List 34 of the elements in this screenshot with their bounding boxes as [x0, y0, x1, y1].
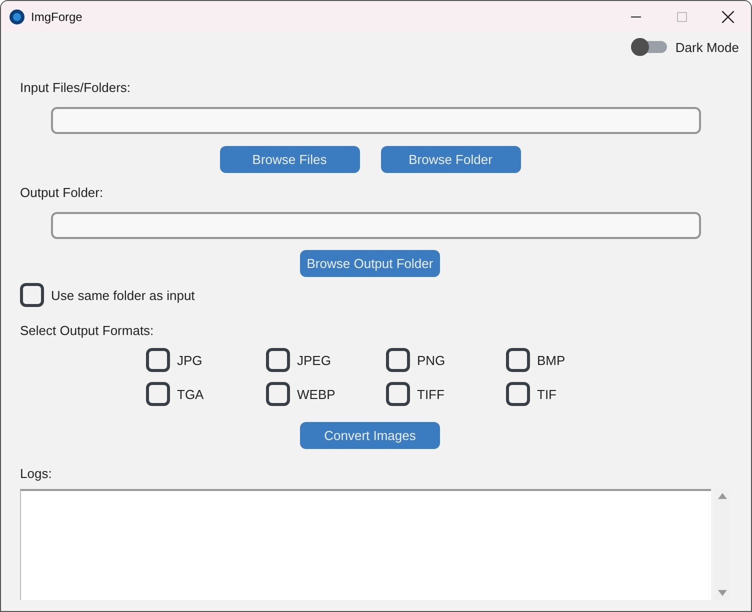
logs-label: Logs:: [20, 466, 52, 481]
convert-button[interactable]: Convert Images: [300, 422, 440, 449]
section-label: Select Output Formats:: [20, 323, 154, 338]
field-label: Output Folder:: [20, 185, 104, 200]
checkbox-label: TGA: [177, 386, 204, 402]
input-field[interactable]: [51, 107, 701, 134]
checkbox[interactable]: [386, 348, 410, 372]
globe-icon: [9, 8, 25, 24]
field-label: Input Files/Folders:: [20, 80, 131, 95]
browse-button[interactable]: Browse Output Folder: [300, 250, 440, 277]
checkbox[interactable]: [146, 382, 170, 406]
close-icon: [722, 10, 734, 22]
checkbox-label: PNG: [417, 352, 446, 368]
checkbox-label: JPEG: [297, 352, 331, 368]
checkbox[interactable]: [506, 382, 530, 406]
checkbox[interactable]: [146, 348, 170, 372]
window-title: ImgForge: [31, 10, 84, 24]
checkbox-label: TIFF: [417, 386, 444, 402]
dark-mode-switch[interactable]: [633, 41, 668, 53]
browse-button[interactable]: Browse Folder: [380, 146, 520, 173]
checkbox[interactable]: [386, 382, 410, 406]
checkbox[interactable]: [506, 348, 530, 372]
maximize-icon: [677, 12, 687, 22]
checkbox-label: JPG: [177, 352, 202, 368]
checkbox-label: WEBP: [297, 386, 336, 402]
browse-button[interactable]: Browse Files: [220, 146, 360, 173]
checkbox-label: BMP: [537, 352, 566, 368]
input-field[interactable]: [51, 212, 701, 239]
checkbox-label: Use same folder as input: [51, 288, 195, 302]
checkbox[interactable]: [266, 348, 290, 372]
checkbox-label: TIF: [537, 386, 556, 402]
switch-label: Dark Mode: [675, 40, 739, 54]
checkbox[interactable]: [20, 283, 44, 307]
checkbox[interactable]: [266, 382, 290, 406]
